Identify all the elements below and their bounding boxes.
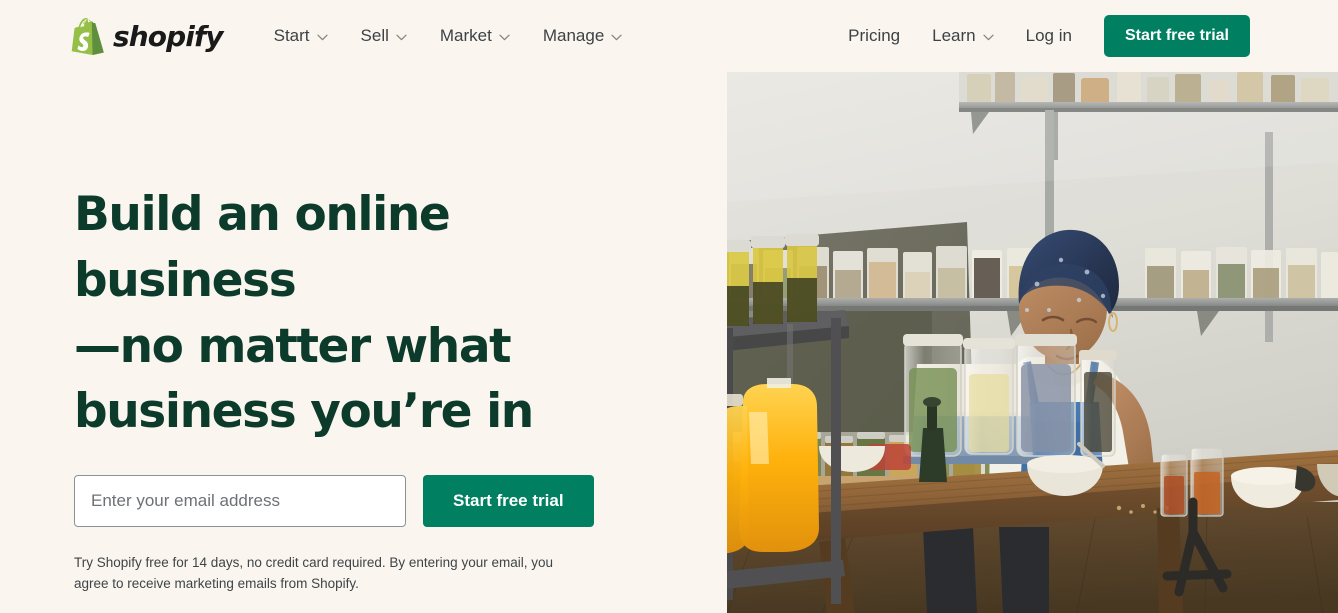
nav-item-start-label: Start	[273, 26, 310, 45]
shopify-wordmark: shopify	[113, 20, 224, 53]
primary-navigation: Start Sell Market Manage	[261, 18, 636, 54]
hero-headline-line-3: business you’re in	[74, 384, 534, 440]
shopify-landing-page: shopify Start Sell Market Manage Pricing…	[0, 0, 1338, 613]
shopify-logo-link[interactable]: shopify	[70, 17, 224, 56]
hero-content: Build an online business —no matter what…	[74, 182, 674, 595]
email-input[interactable]	[74, 475, 406, 528]
trial-fineprint: Try Shopify free for 14 days, no credit …	[74, 555, 553, 592]
nav-item-sell[interactable]: Sell	[348, 18, 420, 54]
chevron-down-icon	[316, 32, 328, 41]
hero-photo	[727, 72, 1338, 613]
chevron-down-icon	[611, 32, 622, 41]
shopify-bag-logo-icon	[70, 17, 104, 56]
nav-item-manage-label: Manage	[542, 26, 605, 45]
hero-headline-line-1: Build an online business	[74, 187, 451, 308]
nav-link-pricing-label: Pricing	[848, 26, 901, 45]
header-start-free-trial-button[interactable]: Start free trial	[1103, 15, 1250, 57]
hero-headline-line-2: —no matter what	[74, 318, 512, 374]
nav-link-learn-label: Learn	[932, 26, 976, 45]
chevron-down-icon	[499, 32, 510, 41]
nav-item-start[interactable]: Start	[261, 18, 341, 54]
hero-start-free-trial-button[interactable]: Start free trial	[423, 475, 594, 528]
nav-item-market[interactable]: Market	[427, 18, 523, 54]
nav-item-sell-label: Sell	[360, 26, 389, 45]
chevron-down-icon	[396, 32, 407, 41]
hero-headline: Build an online business —no matter what…	[74, 182, 614, 445]
nav-item-market-label: Market	[439, 26, 492, 45]
nav-link-login-label: Log in	[1025, 26, 1072, 45]
nav-link-login[interactable]: Log in	[1012, 18, 1086, 54]
nav-item-manage[interactable]: Manage	[530, 18, 635, 54]
site-header: shopify Start Sell Market Manage Pricing…	[0, 0, 1338, 72]
chevron-down-icon	[982, 32, 994, 41]
secondary-navigation: Pricing Learn Log in Start free trial	[834, 15, 1250, 57]
nav-link-learn[interactable]: Learn	[918, 18, 1007, 54]
nav-link-pricing[interactable]: Pricing	[834, 18, 914, 54]
trial-signup-form: Start free trial	[74, 475, 674, 528]
